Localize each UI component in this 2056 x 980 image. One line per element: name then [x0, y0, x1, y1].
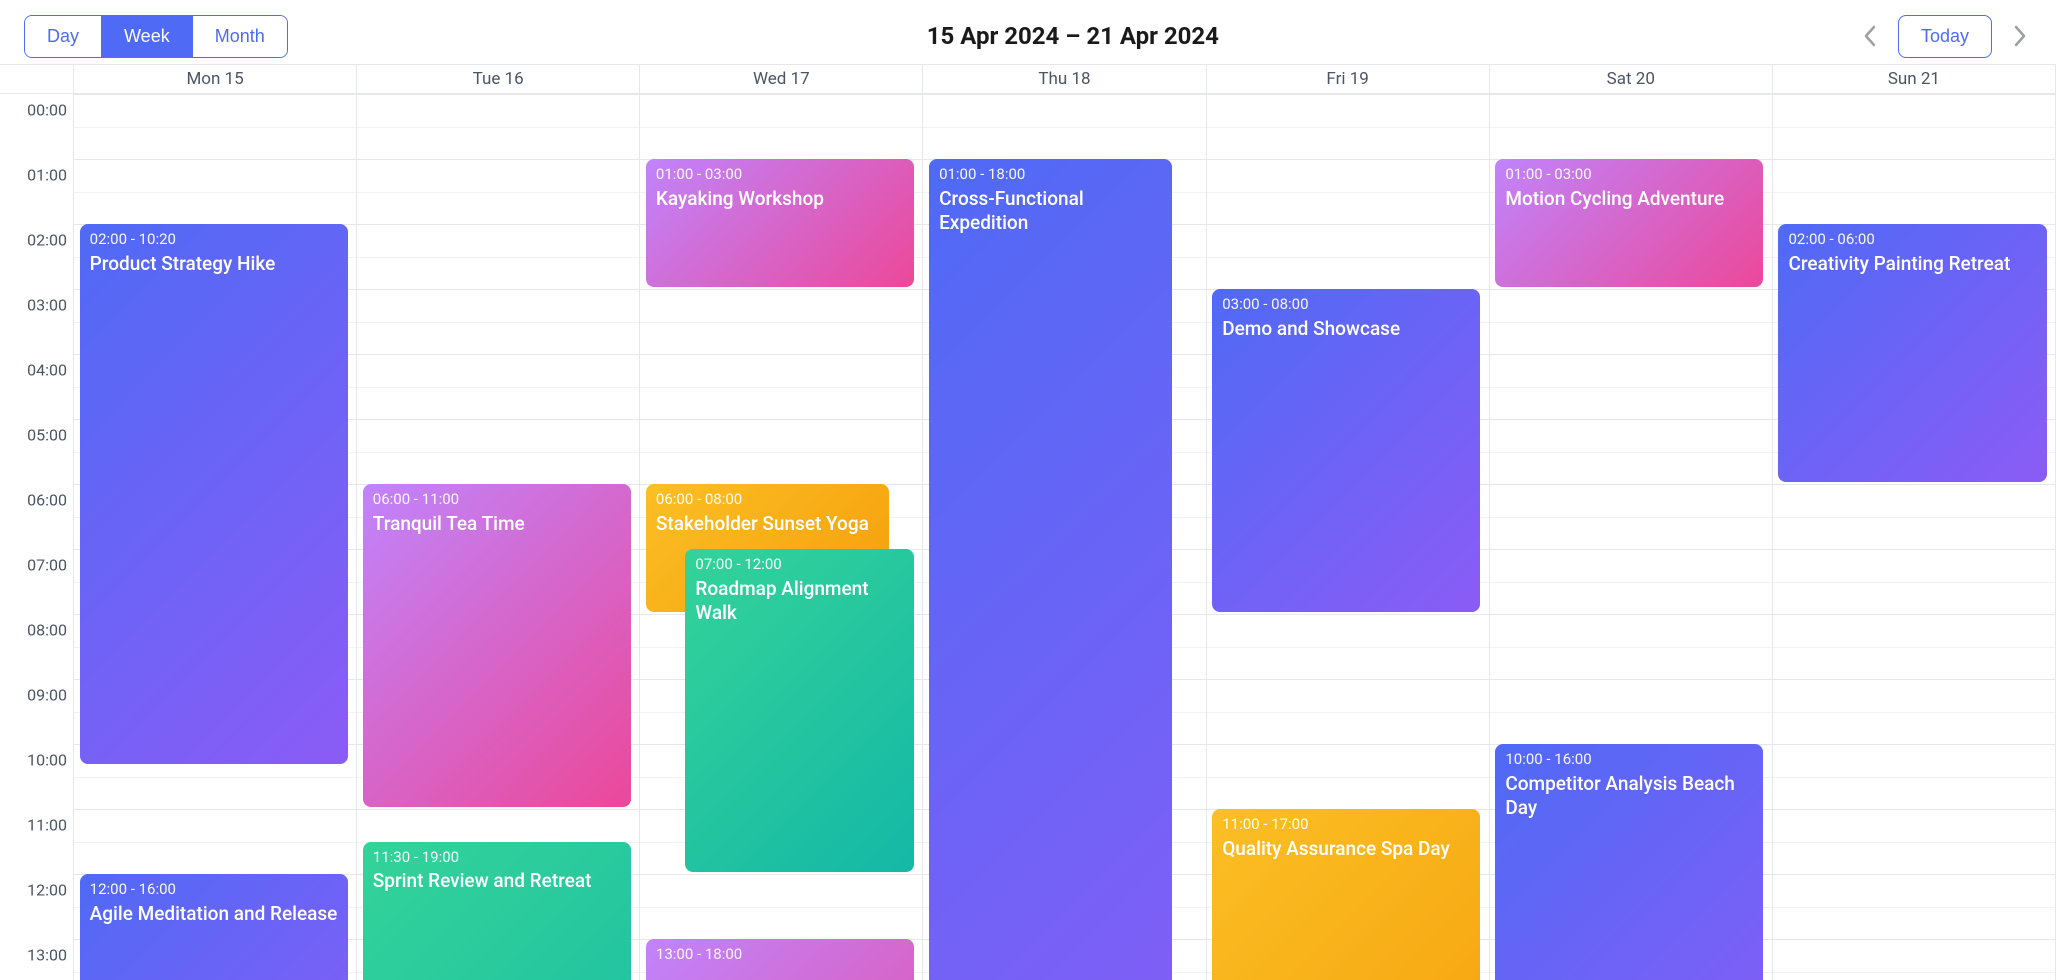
- grid-columns: 02:00 - 10:20Product Strategy Hike 12:00 …: [74, 94, 2056, 980]
- calendar-event[interactable]: 07:00 - 12:00Roadmap Alignment Walk: [685, 549, 914, 872]
- day-header-sun[interactable]: Sun 21: [1773, 65, 2056, 93]
- event-time: 12:00 - 16:00: [90, 880, 338, 900]
- event-time: 01:00 - 03:00: [656, 165, 904, 185]
- toolbar-right: Today: [1858, 15, 2032, 58]
- calendar-event[interactable]: 12:00 - 16:00Agile Meditation and Releas…: [80, 874, 348, 980]
- time-label: 09:00: [0, 686, 67, 705]
- calendar-event[interactable]: 11:30 - 19:00Sprint Review and Retreat: [363, 842, 631, 980]
- day-header-sat[interactable]: Sat 20: [1490, 65, 1773, 93]
- day-header-row: Mon 15 Tue 16 Wed 17 Thu 18 Fri 19 Sat 2…: [0, 64, 2056, 94]
- day-header-fri[interactable]: Fri 19: [1207, 65, 1490, 93]
- event-time: 02:00 - 06:00: [1788, 230, 2036, 250]
- time-label: 11:00: [0, 816, 67, 835]
- calendar-event[interactable]: 06:00 - 11:00Tranquil Tea Time: [363, 484, 631, 807]
- day-col-sun[interactable]: 02:00 - 06:00Creativity Painting Retreat: [1773, 94, 2056, 980]
- next-week-icon[interactable]: [2008, 24, 2032, 48]
- event-title: Tranquil Tea Time: [373, 512, 621, 537]
- event-title: Stakeholder Sunset Yoga: [656, 512, 879, 537]
- event-title: Product Strategy Hike: [90, 252, 338, 277]
- event-time: 03:00 - 08:00: [1222, 295, 1470, 315]
- time-label: 10:00: [0, 751, 67, 770]
- time-label: 12:00: [0, 881, 67, 900]
- time-label: 03:00: [0, 296, 67, 315]
- time-gutter-header: [0, 65, 74, 93]
- view-week-button[interactable]: Week: [101, 16, 192, 57]
- calendar-event[interactable]: 11:00 - 17:00Quality Assurance Spa Day: [1212, 809, 1480, 980]
- calendar-event[interactable]: 02:00 - 10:20Product Strategy Hike: [80, 224, 348, 764]
- event-time: 07:00 - 12:00: [695, 555, 904, 575]
- event-title: Sprint Review and Retreat: [373, 869, 621, 894]
- event-time: 10:00 - 16:00: [1505, 750, 1753, 770]
- calendar-event[interactable]: 10:00 - 16:00Competitor Analysis Beach D…: [1495, 744, 1763, 980]
- calendar-event[interactable]: 02:00 - 06:00Creativity Painting Retreat: [1778, 224, 2046, 482]
- day-header-mon[interactable]: Mon 15: [74, 65, 357, 93]
- toolbar: Day Week Month 15 Apr 2024 – 21 Apr 2024…: [0, 0, 2056, 64]
- event-time: 02:00 - 10:20: [90, 230, 338, 250]
- event-title: Motion Cycling Adventure: [1505, 187, 1753, 212]
- today-button[interactable]: Today: [1898, 15, 1992, 58]
- grid-body: 00:00 01:00 02:00 03:00 04:00 05:00 06:00 07:00…: [0, 94, 2056, 980]
- time-gutter: 00:00 01:00 02:00 03:00 04:00 05:00 06:00 07:00…: [0, 94, 74, 980]
- day-header-wed[interactable]: Wed 17: [640, 65, 923, 93]
- view-switch: Day Week Month: [24, 15, 288, 58]
- view-month-button[interactable]: Month: [192, 16, 287, 57]
- time-label: 08:00: [0, 621, 67, 640]
- time-label: 07:00: [0, 556, 67, 575]
- event-time: 01:00 - 18:00: [939, 165, 1162, 185]
- time-label: 01:00: [0, 166, 67, 185]
- event-time: 06:00 - 11:00: [373, 490, 621, 510]
- day-col-wed[interactable]: 01:00 - 03:00Kayaking Workshop 06:00 - 08…: [640, 94, 923, 980]
- day-col-mon[interactable]: 02:00 - 10:20Product Strategy Hike 12:00 …: [74, 94, 357, 980]
- time-label: 00:00: [0, 101, 67, 120]
- day-col-sat[interactable]: 01:00 - 03:00Motion Cycling Adventure 10:…: [1490, 94, 1773, 980]
- event-title: Kayaking Workshop: [656, 187, 904, 212]
- event-title: Creativity Painting Retreat: [1788, 252, 2036, 277]
- time-label: 06:00: [0, 491, 67, 510]
- calendar-event[interactable]: 01:00 - 03:00Kayaking Workshop: [646, 159, 914, 287]
- time-label: 05:00: [0, 426, 67, 445]
- prev-week-icon[interactable]: [1858, 24, 1882, 48]
- day-col-fri[interactable]: 03:00 - 08:00Demo and Showcase 11:00 - 17…: [1207, 94, 1490, 980]
- event-title: Agile Meditation and Release: [90, 902, 338, 927]
- event-title: Demo and Showcase: [1222, 317, 1470, 342]
- event-time: 11:30 - 19:00: [373, 848, 621, 868]
- calendar-event[interactable]: 01:00 - 18:00Cross-Functional Expedition: [929, 159, 1172, 980]
- time-label: 02:00: [0, 231, 67, 250]
- calendar: Mon 15 Tue 16 Wed 17 Thu 18 Fri 19 Sat 2…: [0, 64, 2056, 980]
- calendar-event[interactable]: 01:00 - 03:00Motion Cycling Adventure: [1495, 159, 1763, 287]
- event-title: Roadmap Alignment Walk: [695, 577, 904, 626]
- event-time: 13:00 - 18:00: [656, 945, 904, 965]
- day-header-tue[interactable]: Tue 16: [357, 65, 640, 93]
- day-header-thu[interactable]: Thu 18: [923, 65, 1206, 93]
- event-title: Cross-Functional Expedition: [939, 187, 1162, 236]
- view-day-button[interactable]: Day: [25, 16, 101, 57]
- date-range-title: 15 Apr 2024 – 21 Apr 2024: [288, 22, 1858, 50]
- day-col-tue[interactable]: 06:00 - 11:00Tranquil Tea Time 11:30 - 19…: [357, 94, 640, 980]
- calendar-event[interactable]: 13:00 - 18:00: [646, 939, 914, 980]
- event-time: 11:00 - 17:00: [1222, 815, 1470, 835]
- event-time: 01:00 - 03:00: [1505, 165, 1753, 185]
- event-title: Quality Assurance Spa Day: [1222, 837, 1470, 862]
- day-col-thu[interactable]: 01:00 - 18:00Cross-Functional Expedition: [923, 94, 1206, 980]
- time-label: 04:00: [0, 361, 67, 380]
- event-time: 06:00 - 08:00: [656, 490, 879, 510]
- calendar-event[interactable]: 03:00 - 08:00Demo and Showcase: [1212, 289, 1480, 612]
- event-title: Competitor Analysis Beach Day: [1505, 772, 1753, 821]
- time-label: 13:00: [0, 946, 67, 965]
